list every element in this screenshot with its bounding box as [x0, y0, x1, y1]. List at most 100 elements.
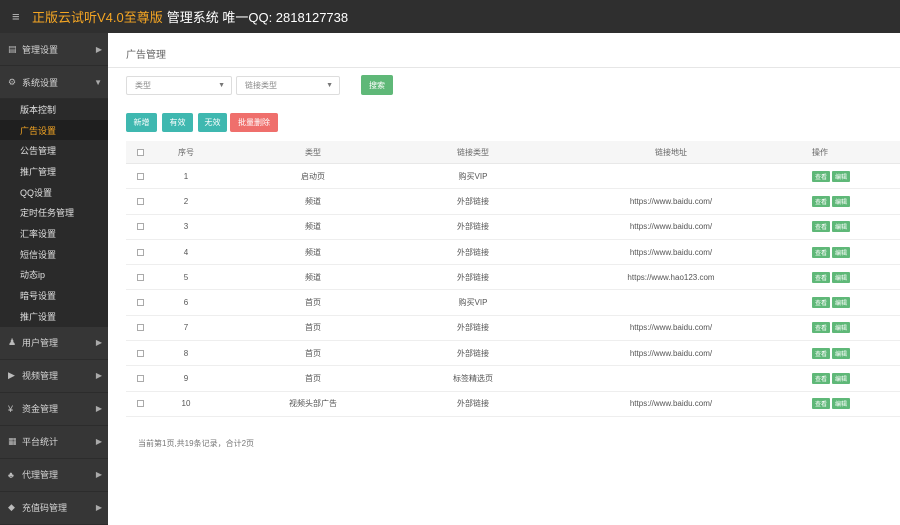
cell-type: 首页: [305, 323, 321, 333]
hamburger-menu-icon[interactable]: ≡: [12, 9, 30, 24]
select-all-checkbox[interactable]: [136, 148, 144, 156]
sidebar-section-b4[interactable]: ♣ 代理管理 ▶: [0, 459, 108, 492]
cell-type: 首页: [305, 374, 321, 384]
view-button[interactable]: 查看: [812, 322, 831, 334]
view-button[interactable]: 查看: [812, 347, 831, 359]
table-row: 6 首页 购买VIP 查看 编辑: [126, 290, 900, 316]
sidebar-item[interactable]: 暗号设置: [0, 285, 108, 306]
table-header: 序号 类型 链接类型 链接地址 操作: [126, 141, 900, 164]
sidebar-item[interactable]: 公告管理: [0, 140, 108, 161]
sidebar-section-t1[interactable]: ⚙ 系统设置 ▼: [0, 66, 108, 99]
row-checkbox[interactable]: [136, 324, 144, 332]
edit-button[interactable]: 编辑: [832, 373, 851, 385]
cell-id: 6: [183, 298, 189, 308]
edit-button[interactable]: 编辑: [832, 221, 851, 233]
sidebar-section-b0[interactable]: ♟ 用户管理 ▶: [0, 327, 108, 360]
cell-id: 4: [183, 247, 189, 257]
edit-button[interactable]: 编辑: [832, 398, 851, 410]
cell-ops: 查看 编辑: [804, 221, 900, 233]
add-button[interactable]: 新增: [126, 113, 157, 132]
edit-button[interactable]: 编辑: [832, 297, 851, 309]
view-button[interactable]: 查看: [812, 297, 831, 309]
cell-ops: 查看 编辑: [804, 373, 900, 385]
sidebar-section-label: 管理设置: [22, 44, 59, 55]
view-button[interactable]: 查看: [812, 271, 831, 283]
row-checkbox[interactable]: [136, 375, 144, 383]
chevron-right-icon: ▶: [95, 503, 102, 513]
breadcrumb: 广告管理: [126, 50, 166, 61]
system-settings-submenu: 版本控制 广告设置 公告管理 推广管理 QQ设置 定时任务管理 汇率设置 短信设置 动态ip 暗号…: [0, 99, 108, 327]
chevron-down-icon: ▼: [218, 82, 225, 89]
view-button[interactable]: 查看: [812, 398, 831, 410]
chevron-right-icon: ▶: [95, 470, 102, 480]
sidebar-item[interactable]: 定时任务管理: [0, 202, 108, 223]
cell-type: 频道: [305, 222, 321, 232]
sidebar-item[interactable]: 动态ip: [0, 265, 108, 286]
sidebar-section-b5[interactable]: ◆ 充值码管理 ▶: [0, 492, 108, 525]
cell-ops: 查看 编辑: [804, 246, 900, 258]
cell-link-type: 外部链接: [457, 272, 489, 282]
sidebar-item[interactable]: 版本控制: [0, 99, 108, 120]
type-select[interactable]: 类型 ▼: [126, 76, 232, 95]
table-row: 1 启动页 购买VIP 查看 编辑: [126, 164, 900, 190]
cell-link-url: https://www.baidu.com/: [629, 247, 713, 257]
type-select-value: 类型: [135, 81, 151, 90]
row-checkbox[interactable]: [136, 273, 144, 281]
pagination-info: 当前第1页,共19条记录，合计2页: [138, 439, 255, 448]
cell-link-type: 标签精选页: [453, 374, 493, 384]
sidebar-item[interactable]: 推广管理: [0, 161, 108, 182]
cell-link-type: 外部链接: [457, 323, 489, 333]
edit-button[interactable]: 编辑: [832, 246, 851, 258]
row-checkbox[interactable]: [136, 299, 144, 307]
sidebar-section-label: 充值码管理: [22, 503, 68, 514]
sidebar-item[interactable]: 短信设置: [0, 244, 108, 265]
table-row: 3 频道 外部链接 https://www.baidu.com/ 查看 编辑: [126, 215, 900, 240]
disable-button[interactable]: 无效: [198, 113, 227, 132]
sidebar-item[interactable]: 广告设置: [0, 119, 108, 141]
link-type-select[interactable]: 链接类型 ▼: [236, 76, 340, 95]
view-button[interactable]: 查看: [812, 373, 831, 385]
row-checkbox[interactable]: [136, 349, 144, 357]
view-button[interactable]: 查看: [812, 195, 831, 207]
sidebar-section-b3[interactable]: ▦ 平台统计 ▶: [0, 426, 108, 459]
group-icon: ♣: [8, 469, 14, 480]
cogs-icon: ⚙: [8, 76, 17, 87]
table-row: 2 频道 外部链接 https://www.baidu.com/ 查看 编辑: [126, 189, 900, 215]
edit-button[interactable]: 编辑: [832, 271, 851, 283]
batch-delete-button[interactable]: 批量删除: [230, 113, 278, 132]
chevron-right-icon: ▶: [95, 437, 102, 447]
cell-link-type: 外部链接: [457, 247, 489, 257]
sidebar-item[interactable]: QQ设置: [0, 182, 108, 203]
cell-id: 2: [183, 196, 189, 206]
sidebar-item[interactable]: 推广设置: [0, 306, 108, 327]
view-button[interactable]: 查看: [812, 170, 831, 182]
chevron-right-icon: ▶: [95, 44, 102, 54]
row-checkbox[interactable]: [136, 400, 144, 408]
edit-button[interactable]: 编辑: [832, 347, 851, 359]
cell-ops: 查看 编辑: [804, 170, 900, 182]
system-title: 管理系统 唯一QQ: 2818127738: [166, 10, 349, 25]
view-button[interactable]: 查看: [812, 221, 831, 233]
edit-button[interactable]: 编辑: [832, 195, 851, 207]
sidebar-section-t0[interactable]: ▤ 管理设置 ▶: [0, 33, 108, 66]
sidebar-section-b2[interactable]: ¥ 资金管理 ▶: [0, 393, 108, 426]
edit-button[interactable]: 编辑: [832, 170, 851, 182]
cell-id: 3: [183, 222, 189, 232]
chevron-right-icon: ▶: [95, 371, 102, 381]
view-button[interactable]: 查看: [812, 246, 831, 258]
row-checkbox[interactable]: [136, 172, 144, 180]
video-icon: ▶: [8, 370, 15, 381]
row-checkbox[interactable]: [136, 197, 144, 205]
cell-id: 10: [181, 399, 191, 409]
chevron-right-icon: ▶: [95, 338, 102, 348]
row-checkbox[interactable]: [136, 223, 144, 231]
search-button[interactable]: 搜索: [361, 75, 393, 95]
cell-link-url: https://www.baidu.com/: [629, 222, 713, 232]
sidebar-item[interactable]: 汇率设置: [0, 223, 108, 244]
sidebar-section-b1[interactable]: ▶ 视频管理 ▶: [0, 360, 108, 393]
table-row: 7 首页 外部链接 https://www.baidu.com/ 查看 编辑: [126, 316, 900, 342]
edit-button[interactable]: 编辑: [832, 322, 851, 334]
row-checkbox[interactable]: [136, 248, 144, 256]
enable-button[interactable]: 有效: [162, 113, 193, 132]
cell-ops: 查看 编辑: [804, 398, 900, 410]
